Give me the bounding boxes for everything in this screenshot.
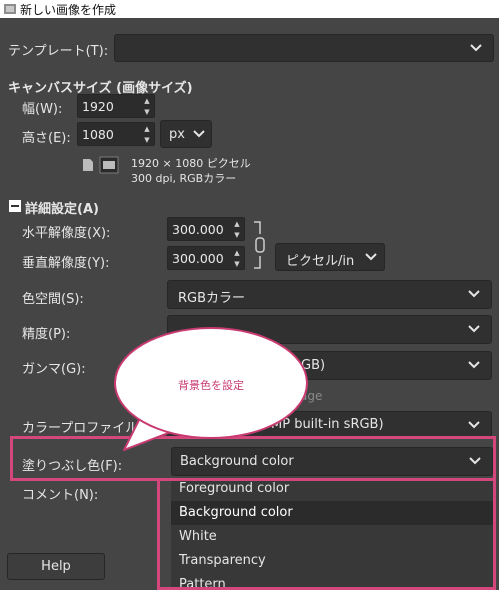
callout-text: 背景色を設定 — [178, 379, 244, 392]
callout-tail — [123, 417, 177, 451]
